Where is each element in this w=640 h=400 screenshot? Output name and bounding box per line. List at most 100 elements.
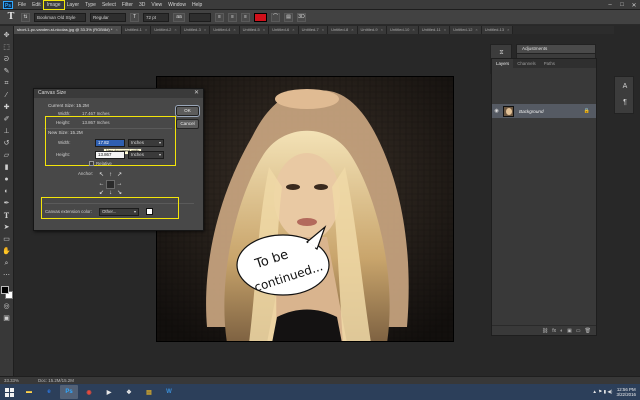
menu-file[interactable]: File xyxy=(15,1,29,9)
cancel-button[interactable]: Cancel xyxy=(176,119,199,129)
extension-color-swatch[interactable] xyxy=(146,208,153,215)
character-panel-icon[interactable]: ▤ xyxy=(284,12,293,22)
tab-document-1[interactable]: Untitled-1 × xyxy=(121,26,152,34)
menu-layer[interactable]: Layer xyxy=(64,1,83,9)
quick-select-tool-icon[interactable]: ✎ xyxy=(1,66,12,77)
history-panel-icon[interactable]: ⧖ xyxy=(495,49,508,58)
history-brush-tool-icon[interactable]: ↺ xyxy=(1,138,12,149)
character-panel-icon[interactable]: A xyxy=(619,81,631,93)
type-tool-icon[interactable]: T xyxy=(5,12,17,23)
anchor-arrow-up-icon[interactable]: ↑ xyxy=(106,171,115,180)
tab-close-icon[interactable]: × xyxy=(174,26,176,34)
tab-document-7[interactable]: Untitled-7 × xyxy=(298,26,329,34)
text-color-swatch[interactable] xyxy=(254,12,267,22)
tab-document-11[interactable]: Untitled-11 × xyxy=(418,26,451,34)
paragraph-panel-icon[interactable]: ¶ xyxy=(619,97,631,109)
align-right-icon[interactable]: ≡ xyxy=(241,12,250,22)
menu-help[interactable]: Help xyxy=(189,1,205,9)
tab-document-0[interactable]: short-1-pc-vanden-st-nicolas.jpg @ 33.3%… xyxy=(14,26,122,34)
font-family-select[interactable]: Bookman Old Style xyxy=(34,12,86,22)
width-unit-select[interactable]: Inches ▾ xyxy=(128,139,164,147)
screen-mode-icon[interactable]: ▣ xyxy=(1,313,12,324)
font-size-select[interactable]: 72 pt xyxy=(143,12,169,22)
eyedropper-tool-icon[interactable]: ⁄ xyxy=(1,90,12,101)
clock[interactable]: 12:56 PM 3/22/2016 xyxy=(616,387,636,397)
tab-document-6[interactable]: Untitled-6 × xyxy=(269,26,299,34)
menu-window[interactable]: Window xyxy=(165,1,189,9)
tab-document-10[interactable]: Untitled-10 × xyxy=(387,26,419,34)
type-tool-icon[interactable]: T xyxy=(1,210,12,221)
eraser-tool-icon[interactable]: ▱ xyxy=(1,150,12,161)
tab-close-icon[interactable]: × xyxy=(351,26,353,34)
tray-icons[interactable]: ▲ ⚑ ▮ ◀) xyxy=(592,389,612,395)
tab-close-icon[interactable]: × xyxy=(412,26,414,34)
folder-icon[interactable]: ▤ xyxy=(140,385,158,399)
internet-explorer-icon[interactable]: e xyxy=(40,385,58,399)
zoom-level[interactable]: 33.33% xyxy=(4,378,26,383)
tab-document-4[interactable]: Untitled-4 × xyxy=(210,26,240,34)
gradient-tool-icon[interactable]: ▮ xyxy=(1,162,12,173)
blur-tool-icon[interactable]: ● xyxy=(1,174,12,185)
tab-document-13[interactable]: Untitled-13 × xyxy=(481,26,514,34)
tab-document-5[interactable]: Untitled-5 × xyxy=(239,26,270,34)
pen-tool-icon[interactable]: ✒ xyxy=(1,198,12,209)
align-left-icon[interactable]: ≡ xyxy=(215,12,224,22)
color-swatches[interactable] xyxy=(0,286,13,300)
menu-3d[interactable]: 3D xyxy=(136,1,148,9)
dialog-close-icon[interactable]: ✕ xyxy=(194,89,199,98)
tab-document-8[interactable]: Untitled-8 × xyxy=(328,26,358,34)
start-button[interactable] xyxy=(0,384,18,400)
tab-document-3[interactable]: Untitled-3 × xyxy=(180,26,211,34)
new-layer-icon[interactable]: ▭ xyxy=(576,328,581,334)
anchor-arrow-up-right-icon[interactable]: ↗ xyxy=(115,171,124,180)
text-orientation-icon[interactable]: ⇅ xyxy=(21,12,30,22)
shape-tool-icon[interactable]: ▭ xyxy=(1,234,12,245)
tab-close-icon[interactable]: × xyxy=(444,26,446,34)
zoom-tool-icon[interactable]: ⌕ xyxy=(1,258,12,269)
tab-close-icon[interactable]: × xyxy=(322,26,324,34)
menu-view[interactable]: View xyxy=(148,1,165,9)
tab-close-icon[interactable]: × xyxy=(263,26,265,34)
link-layers-icon[interactable]: ⛓ xyxy=(542,328,548,334)
3d-icon[interactable]: 3D xyxy=(297,12,306,22)
tab-paths[interactable]: Paths xyxy=(540,59,559,68)
tab-close-icon[interactable]: × xyxy=(475,26,477,34)
delete-layer-icon[interactable]: 🗑 xyxy=(585,328,591,334)
brush-tool-icon[interactable]: ✐ xyxy=(1,114,12,125)
anchor-grid[interactable]: ↖ ↑ ↗ ← → ↙ ↓ ↘ xyxy=(97,171,124,198)
anchor-arrow-up-left-icon[interactable]: ↖ xyxy=(97,171,106,180)
media-player-icon[interactable]: ▶ xyxy=(100,385,118,399)
antialias-select[interactable] xyxy=(189,12,211,22)
align-center-icon[interactable]: ≡ xyxy=(228,12,237,22)
media-center-icon[interactable]: ❖ xyxy=(120,385,138,399)
font-style-select[interactable]: Regular xyxy=(90,12,126,22)
adjustment-layer-icon[interactable]: ◐ xyxy=(560,328,563,334)
foreground-color-swatch[interactable] xyxy=(0,286,9,294)
tab-close-icon[interactable]: × xyxy=(381,26,383,34)
anchor-arrow-left-icon[interactable]: ← xyxy=(97,180,106,189)
visibility-eye-icon[interactable]: ◉ xyxy=(492,108,501,114)
tab-channels[interactable]: Channels xyxy=(513,59,540,68)
menu-filter[interactable]: Filter xyxy=(119,1,136,9)
hand-tool-icon[interactable]: ✋ xyxy=(1,246,12,257)
warp-text-icon[interactable]: ⌒ xyxy=(271,12,280,22)
close-icon[interactable]: ✕ xyxy=(630,2,638,9)
layer-mask-icon[interactable]: ▣ xyxy=(567,328,572,334)
menu-select[interactable]: Select xyxy=(99,1,119,9)
crop-tool-icon[interactable]: ⌗ xyxy=(1,78,12,89)
tab-close-icon[interactable]: × xyxy=(507,26,509,34)
move-tool-icon[interactable]: ✥ xyxy=(1,30,12,41)
ok-button[interactable]: OK xyxy=(175,105,200,117)
maximize-icon[interactable]: □ xyxy=(618,2,626,8)
tab-document-12[interactable]: Untitled-12 × xyxy=(450,26,482,34)
tab-close-icon[interactable]: × xyxy=(115,26,117,34)
menu-type[interactable]: Type xyxy=(82,1,99,9)
tab-document-2[interactable]: Untitled-2 × xyxy=(151,26,181,34)
tab-layers[interactable]: Layers xyxy=(492,59,514,68)
antialias-icon[interactable]: aa xyxy=(173,12,185,22)
tab-document-9[interactable]: Untitled-9 × xyxy=(357,26,387,34)
minimize-icon[interactable]: – xyxy=(606,2,614,8)
file-explorer-icon[interactable]: ▬ xyxy=(20,385,38,399)
layer-row-background[interactable]: ◉ Background 🔒 xyxy=(492,104,596,118)
menu-edit[interactable]: Edit xyxy=(29,1,44,9)
